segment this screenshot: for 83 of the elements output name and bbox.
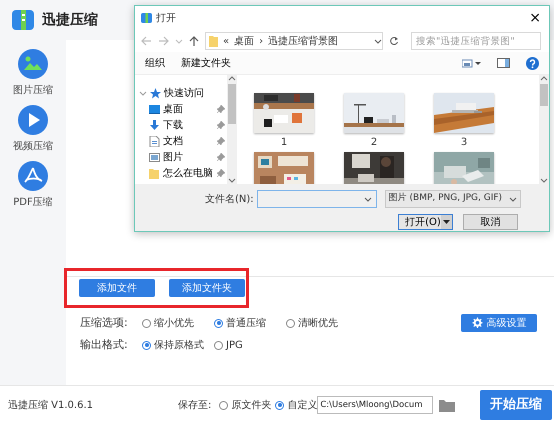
version-text: 迅捷压缩 V1.0.6.1 <box>8 398 94 412</box>
folder-icon <box>209 34 218 48</box>
filename-label: 文件名(N): <box>205 192 254 206</box>
nav-item[interactable]: 桌面 <box>135 101 227 117</box>
preview-pane-icon[interactable] <box>497 58 510 68</box>
chevron-icon <box>139 90 147 96</box>
nav-item[interactable]: 下载 <box>135 117 227 133</box>
scroll-down-icon[interactable] <box>228 177 236 184</box>
breadcrumb-separator: › <box>259 34 264 48</box>
sidebar-item[interactable]: PDF压缩 <box>0 160 66 210</box>
caret-icon <box>508 196 517 202</box>
pdf-icon <box>17 160 49 192</box>
image-icon <box>17 48 49 80</box>
add-button[interactable]: 添加文件夹 <box>169 279 245 297</box>
view-options-icon[interactable] <box>462 58 481 68</box>
sidebar-item[interactable]: 视频压缩 <box>0 104 66 154</box>
settings-icon <box>472 317 482 329</box>
play-icon <box>17 104 49 136</box>
sidebar-item[interactable]: 图片压缩 <box>0 48 66 98</box>
radio-button[interactable] <box>142 318 151 328</box>
up-icon[interactable] <box>189 36 199 46</box>
toolbar-button[interactable]: 新建文件夹 <box>181 56 231 70</box>
star-icon <box>150 88 161 98</box>
toolbar-button[interactable]: 组织 <box>145 56 165 70</box>
scroll-up-icon[interactable] <box>228 75 236 82</box>
radio-label: 自定义 <box>287 398 318 412</box>
filename-field[interactable] <box>256 190 377 208</box>
radio-label: 普通压缩 <box>226 316 266 330</box>
desktop-icon <box>149 104 160 114</box>
folder-icon[interactable] <box>439 398 456 412</box>
folder-icon <box>149 168 160 178</box>
file-type-select[interactable]: 图片 (BMP, PNG, JPG, GIF) <box>384 190 521 208</box>
radio-button[interactable] <box>219 400 228 410</box>
document-icon <box>149 136 160 146</box>
cancel-button[interactable]: 取消 <box>463 214 518 230</box>
option-label: 压缩选项: <box>80 314 129 331</box>
scrollbar[interactable] <box>539 75 549 184</box>
close-button[interactable]: × <box>529 11 541 25</box>
open-button[interactable]: 打开(O) <box>398 214 453 230</box>
save-label: 保存至: <box>178 398 212 412</box>
radio-button[interactable] <box>142 340 151 350</box>
file-name[interactable]: 1 <box>280 135 288 150</box>
radio-label: 保持原格式 <box>154 338 204 352</box>
address-bar[interactable]: « 桌面 › 迅捷压缩背景图 <box>205 32 383 50</box>
breadcrumb-item[interactable]: 桌面 <box>234 34 254 48</box>
path-field[interactable]: C:\Users\Mloong\Docum <box>317 396 434 414</box>
app-logo-icon <box>12 8 34 32</box>
scrollbar-thumb[interactable] <box>228 84 236 124</box>
radio-label: 清晰优先 <box>298 316 338 330</box>
radio-button[interactable] <box>286 318 295 328</box>
image-icon <box>149 152 160 162</box>
radio-button[interactable] <box>214 340 223 350</box>
file-name[interactable]: 3 <box>460 135 468 150</box>
dialog-title: 打开 <box>156 12 176 26</box>
radio-label: 原文件夹 <box>231 398 272 412</box>
add-button[interactable]: 添加文件 <box>79 279 155 297</box>
caret-icon[interactable] <box>441 215 452 229</box>
advanced-settings-button[interactable]: 高级设置 <box>461 314 537 332</box>
app-title: 迅捷压缩 <box>42 10 98 30</box>
radio-button[interactable] <box>214 318 223 328</box>
nav-item[interactable]: 怎么在电脑 <box>135 165 227 181</box>
nav-item[interactable]: 文档 <box>135 133 227 149</box>
caret-icon[interactable] <box>364 196 372 202</box>
app-logo-icon <box>141 12 152 24</box>
breadcrumb-overflow[interactable]: « <box>223 34 230 48</box>
option-label: 输出格式: <box>80 336 129 353</box>
help-icon[interactable] <box>526 56 539 70</box>
refresh-icon[interactable] <box>389 36 399 46</box>
nav-item[interactable]: 快速访问 <box>135 85 227 101</box>
scroll-down-icon[interactable] <box>540 177 548 184</box>
nav-item[interactable]: 图片 <box>135 149 227 165</box>
radio-label: 缩小优先 <box>154 316 194 330</box>
download-icon <box>149 120 160 130</box>
file-name[interactable]: 2 <box>370 135 378 150</box>
start-button[interactable]: 开始压缩 <box>480 390 552 420</box>
search-field[interactable]: 搜索"迅捷压缩背景图" <box>411 32 541 50</box>
radio-label: JPG <box>226 338 243 352</box>
scrollbar[interactable] <box>227 75 237 184</box>
breadcrumb-item[interactable]: 迅捷压缩背景图 <box>268 34 338 48</box>
scrollbar-thumb[interactable] <box>540 84 548 106</box>
radio-button[interactable] <box>275 400 284 410</box>
caret-icon[interactable] <box>374 38 382 44</box>
scroll-up-icon[interactable] <box>540 75 548 82</box>
